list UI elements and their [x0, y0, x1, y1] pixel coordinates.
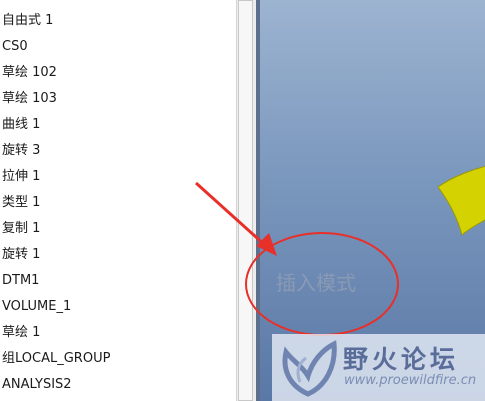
- tree-item[interactable]: 旋转 1: [2, 244, 40, 266]
- tree-item[interactable]: 旋转 3: [2, 140, 40, 162]
- tree-item[interactable]: CS0: [2, 36, 28, 58]
- wildfire-logo-icon: [282, 340, 337, 397]
- insert-mode-label[interactable]: 插入模式: [276, 267, 356, 296]
- tree-item[interactable]: 复制 1: [2, 218, 40, 240]
- tree-item[interactable]: DTM1: [2, 270, 39, 292]
- viewport-border: [256, 0, 260, 401]
- tree-item[interactable]: 拉伸 1: [2, 166, 40, 188]
- tree-item[interactable]: ANALYSIS2: [2, 374, 72, 396]
- tree-item[interactable]: 自由式 1: [2, 10, 53, 32]
- tree-item[interactable]: 草绘 102: [2, 62, 57, 84]
- tree-item[interactable]: 曲线 1: [2, 114, 40, 136]
- tree-item[interactable]: 草绘 1: [2, 322, 40, 344]
- model-tree-panel: 自由式 1 CS0 草绘 102 草绘 103 曲线 1 旋转 3 拉伸 1 类…: [0, 0, 236, 401]
- tree-item[interactable]: 类型 1: [2, 192, 40, 214]
- part-geometry[interactable]: [430, 165, 485, 235]
- watermark-title: 野火论坛: [343, 345, 460, 374]
- watermark-url: www.proewildfire.cn: [344, 373, 477, 388]
- tree-item[interactable]: 组LOCAL_GROUP: [2, 348, 110, 370]
- tree-item[interactable]: 草绘 103: [2, 88, 57, 110]
- vertical-scrollbar-thumb[interactable]: [238, 0, 253, 401]
- tree-item[interactable]: VOLUME_1: [2, 296, 71, 318]
